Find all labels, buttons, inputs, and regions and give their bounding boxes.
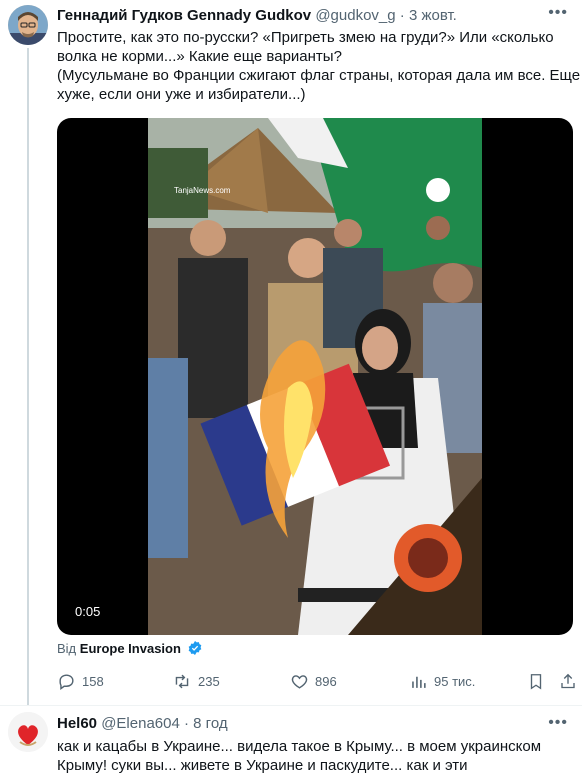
reply-author-name[interactable]: Hel60 <box>57 715 97 732</box>
bookmark-button[interactable] <box>527 672 551 691</box>
reply-more-options-icon[interactable]: ••• <box>548 715 568 731</box>
retweet-count: 235 <box>198 674 220 689</box>
heart-icon <box>291 675 308 689</box>
reply-text-line: Крыму! суки вы... живете в Украине и пас… <box>57 757 468 774</box>
retweet-button[interactable]: 235 <box>172 672 220 691</box>
more-options-icon[interactable]: ••• <box>548 5 568 21</box>
video-source: Від Europe Invasion <box>57 640 203 661</box>
source-account-link[interactable]: Europe Invasion <box>80 641 181 656</box>
reply-text: как и кацабы в Украине... видела такое в… <box>57 737 541 775</box>
views-button[interactable]: 95 тис. <box>409 672 475 691</box>
video-watermark: TanjaNews.com <box>174 186 231 195</box>
bookmark-icon <box>530 674 542 690</box>
thread-connector-line <box>27 48 29 706</box>
video-duration: 0:05 <box>69 602 107 621</box>
author-name[interactable]: Геннадий Гудков Gennady Gudkov <box>57 7 311 24</box>
reply-text-line: как и кацабы в Украине... видела такое в… <box>57 738 542 755</box>
reply-button[interactable]: 158 <box>57 672 104 691</box>
share-button[interactable] <box>559 672 582 691</box>
retweet-icon <box>175 674 189 689</box>
tweet-actions-bar: 158 235 896 95 тис. <box>57 672 577 692</box>
separator-dot: · <box>184 715 189 732</box>
tweet-reply[interactable]: Hel60 @Elena604 · 8 год ••• как и кацабы… <box>0 706 582 778</box>
author-avatar[interactable] <box>8 5 48 45</box>
reply-author-avatar[interactable] <box>8 712 48 752</box>
tweet-text: Простите, как это по-русски? «Пригреть з… <box>57 28 580 104</box>
tweet-header: Геннадий Гудков Gennady Gudkov @gudkov_g… <box>57 6 457 26</box>
tweet-text-line: Простите, как это по-русски? «Пригреть з… <box>57 29 554 46</box>
author-handle[interactable]: @gudkov_g <box>315 7 395 24</box>
verified-badge-icon <box>187 640 203 661</box>
reply-icon <box>59 674 74 691</box>
reply-count: 158 <box>82 674 104 689</box>
views-count: 95 тис. <box>434 674 476 689</box>
tweet-text-line: хуже, если они уже и избиратели...) <box>57 86 306 103</box>
tweet-text-line: волка не корми...» Какие еще варианты? <box>57 48 342 65</box>
share-icon <box>561 673 575 689</box>
source-prefix: Від <box>57 641 77 656</box>
video-still-image <box>148 118 482 635</box>
tweet-text-line: (Мусульмане во Франции сжигают флаг стра… <box>57 67 581 84</box>
reply-timestamp[interactable]: 8 год <box>193 715 227 732</box>
video-frame: TanjaNews.com <box>148 118 482 635</box>
reply-author-handle[interactable]: @Elena604 <box>101 715 180 732</box>
like-count: 896 <box>315 674 337 689</box>
like-button[interactable]: 896 <box>290 672 337 691</box>
video-player[interactable]: TanjaNews.com 0:05 <box>57 118 573 635</box>
timestamp[interactable]: 3 жовт. <box>409 7 457 24</box>
tweet-main[interactable]: Геннадий Гудков Gennady Gudkov @gudkov_g… <box>0 0 582 706</box>
views-chart-icon <box>412 676 426 688</box>
reply-header: Hel60 @Elena604 · 8 год <box>57 714 228 734</box>
separator-dot: · <box>399 7 405 24</box>
